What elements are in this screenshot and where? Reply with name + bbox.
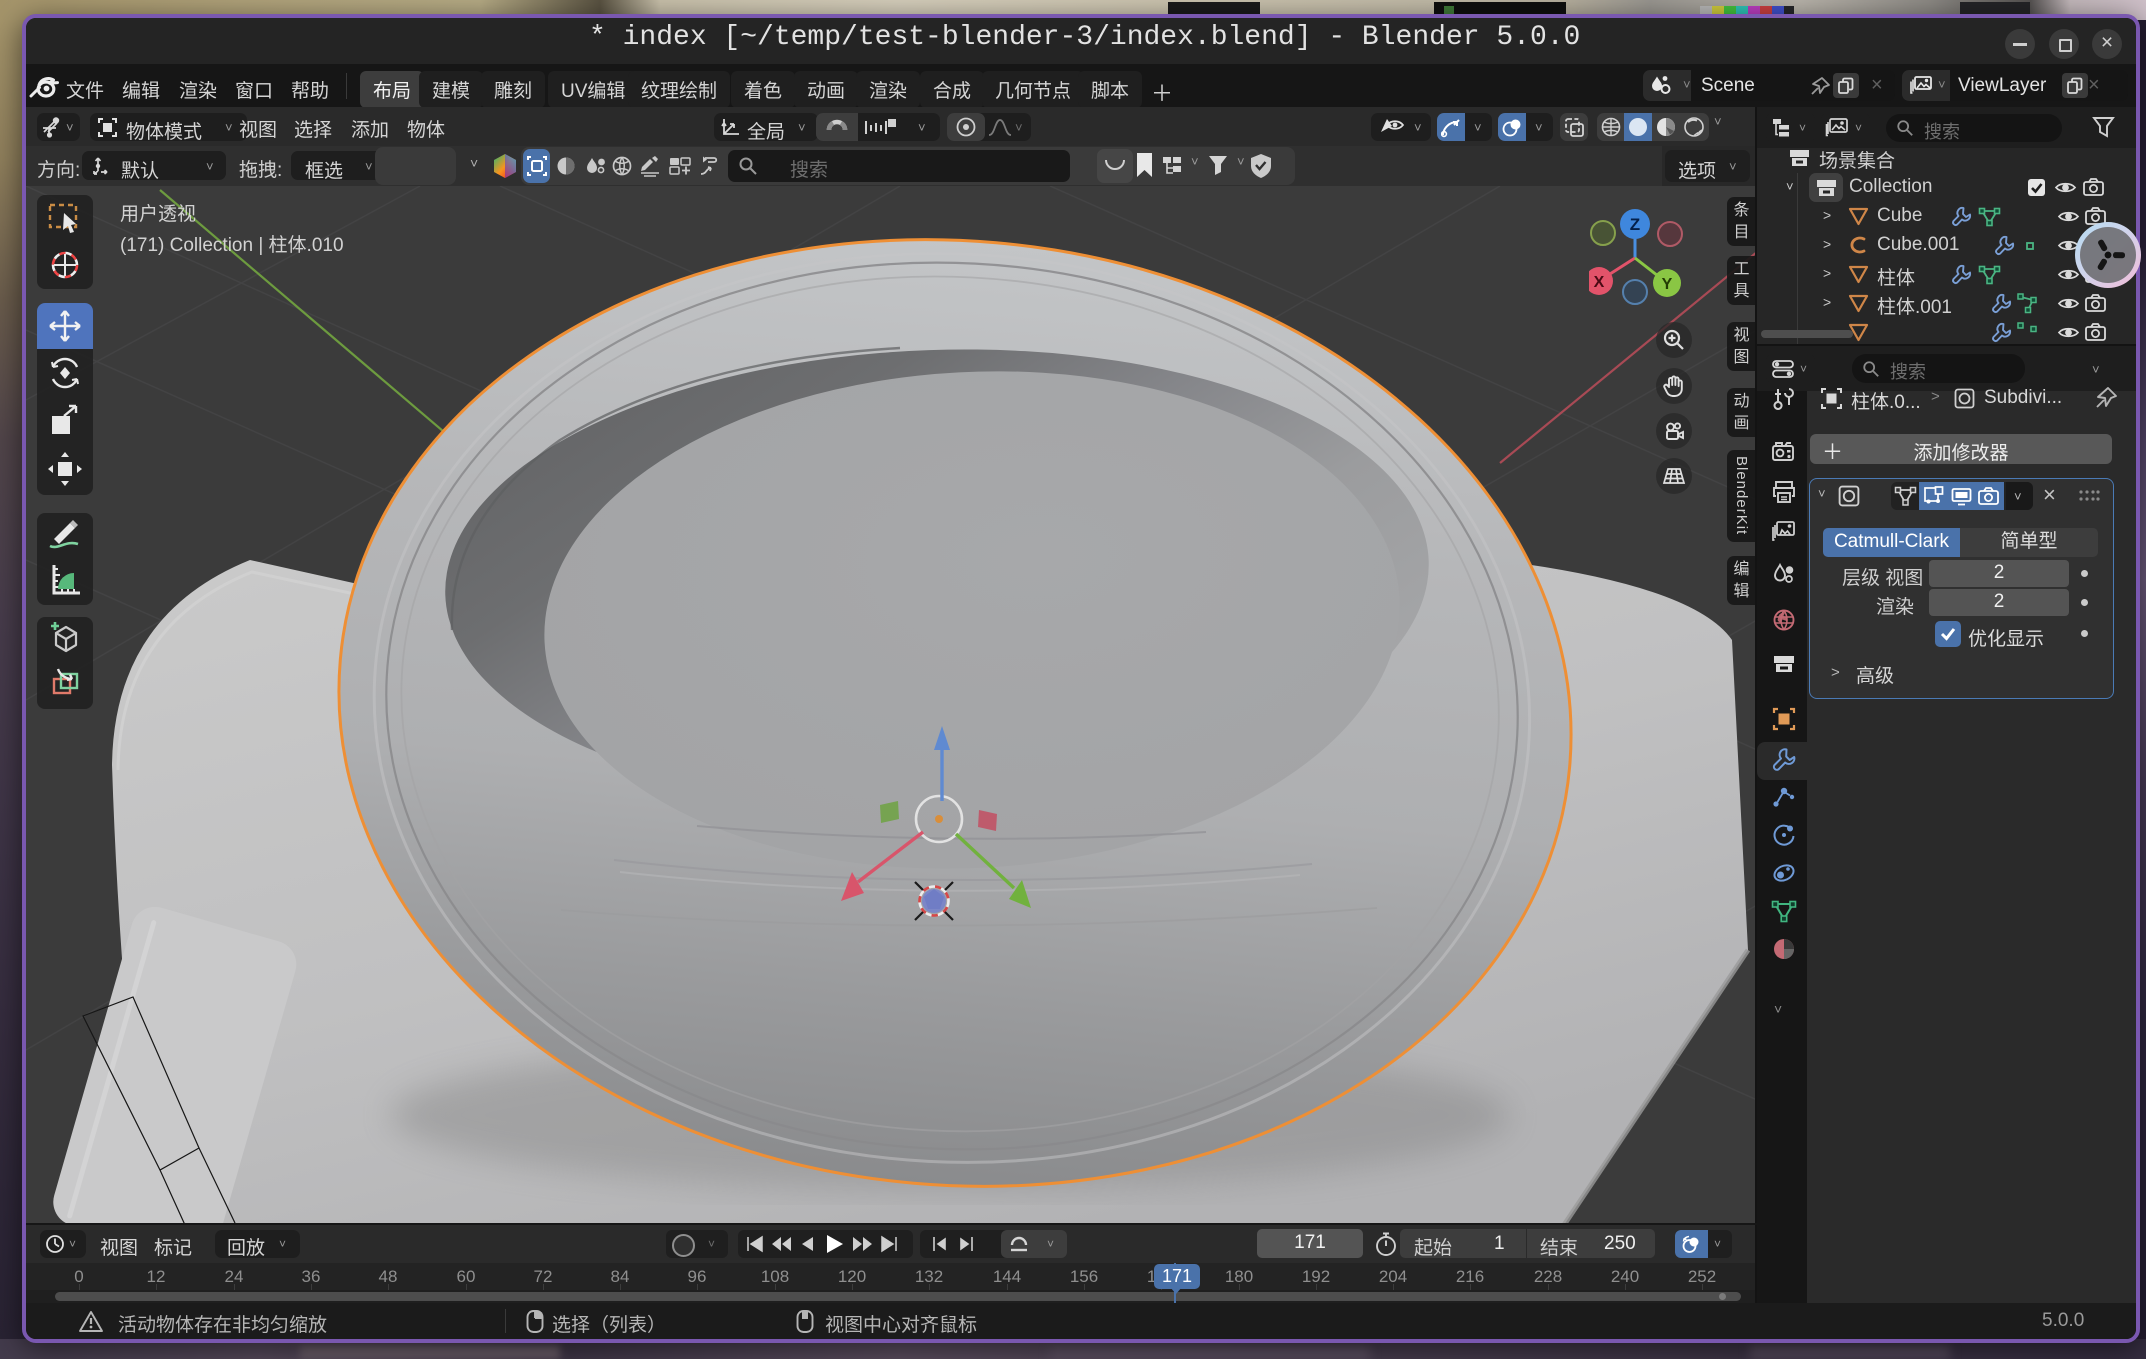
svg-text:Z: Z xyxy=(1630,215,1640,234)
svg-text:Y: Y xyxy=(1662,276,1673,293)
svg-text:X: X xyxy=(1594,274,1605,291)
